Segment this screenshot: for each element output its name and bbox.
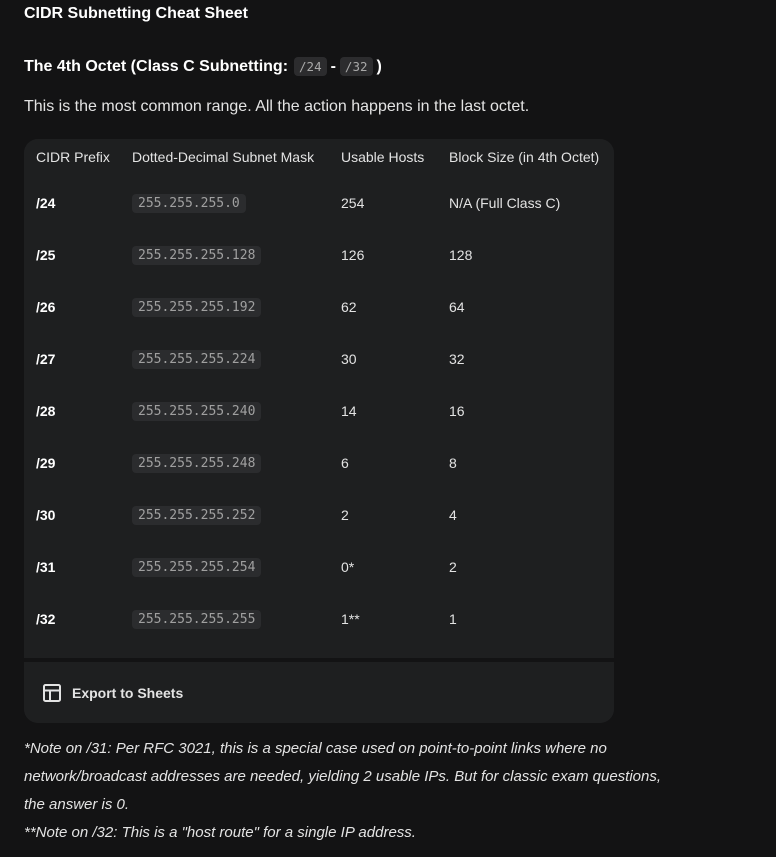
- cell-block-size: 32: [449, 351, 465, 367]
- cell-cidr-prefix: /31: [36, 559, 56, 575]
- cell-subnet-mask: 255.255.255.248: [132, 437, 262, 489]
- column-header-block-size: Block Size (in 4th Octet): [449, 149, 600, 165]
- table-card: CIDR Prefix Dotted-Decimal Subnet Mask U…: [24, 139, 614, 723]
- cell-block-size: 4: [449, 507, 457, 523]
- cell-cidr-prefix: /29: [36, 455, 56, 471]
- cell-block-size: 16: [449, 403, 465, 419]
- note-31-line: *Note on /31: Per RFC 3021, this is a sp…: [24, 740, 607, 757]
- inline-code-end: /32: [339, 57, 373, 76]
- note-32: **Note on /32: This is a "host route" fo…: [24, 824, 416, 841]
- table-row: /30 255.255.255.252 2 4: [24, 489, 614, 541]
- cell-subnet-mask: 255.255.255.0: [132, 177, 246, 229]
- table-row: /25 255.255.255.128 126 128: [24, 229, 614, 281]
- cell-subnet-mask: 255.255.255.254: [132, 541, 262, 593]
- subnet-mask-code: 255.255.255.248: [132, 453, 262, 473]
- cell-block-size: 8: [449, 455, 457, 471]
- cell-usable-hosts: 62: [341, 299, 357, 315]
- cell-cidr-prefix: /24: [36, 195, 56, 211]
- cell-block-size: N/A (Full Class C): [449, 195, 561, 211]
- cell-cidr-prefix: /28: [36, 403, 56, 419]
- export-to-sheets-button[interactable]: Export to Sheets: [34, 677, 191, 709]
- cell-block-size: 2: [449, 559, 457, 575]
- heading-text: The 4th Octet (Class C Subnetting:: [24, 57, 289, 75]
- cell-block-size: 1: [449, 611, 457, 627]
- cell-cidr-prefix: /30: [36, 507, 56, 523]
- inline-code-start: /24: [294, 57, 327, 76]
- table-row: /28 255.255.255.240 14 16: [24, 385, 614, 437]
- table-row: /27 255.255.255.224 30 32: [24, 333, 614, 385]
- cell-subnet-mask: 255.255.255.128: [132, 229, 262, 281]
- subnet-mask-code: 255.255.255.240: [132, 401, 262, 421]
- table-row: /29 255.255.255.248 6 8: [24, 437, 614, 489]
- subnet-mask-code: 255.255.255.128: [132, 245, 262, 265]
- cell-subnet-mask: 255.255.255.252: [132, 489, 262, 541]
- cell-subnet-mask: 255.255.255.255: [132, 593, 262, 645]
- cell-cidr-prefix: /32: [36, 611, 56, 627]
- subnet-mask-code: 255.255.255.224: [132, 349, 262, 369]
- column-header-cidr-prefix: CIDR Prefix: [36, 149, 110, 165]
- cell-usable-hosts: 14: [341, 403, 357, 419]
- cell-block-size: 64: [449, 299, 465, 315]
- table-card-footer: Export to Sheets: [24, 662, 614, 723]
- subnet-table: CIDR Prefix Dotted-Decimal Subnet Mask U…: [24, 139, 614, 658]
- note-31-line: network/broadcast addresses are needed, …: [24, 768, 662, 785]
- table-header-row: CIDR Prefix Dotted-Decimal Subnet Mask U…: [24, 139, 614, 177]
- export-button-label: Export to Sheets: [72, 685, 184, 701]
- table-row: /26 255.255.255.192 62 64: [24, 281, 614, 333]
- column-header-subnet-mask: Dotted-Decimal Subnet Mask: [132, 149, 315, 165]
- table-grid-icon: [43, 684, 61, 702]
- cell-usable-hosts: 1**: [341, 611, 360, 627]
- cell-subnet-mask: 255.255.255.224: [132, 333, 262, 385]
- cell-block-size: 128: [449, 247, 473, 263]
- subnet-mask-code: 255.255.255.254: [132, 557, 262, 577]
- cell-cidr-prefix: /27: [36, 351, 56, 367]
- table-row: /31 255.255.255.254 0* 2: [24, 541, 614, 593]
- cell-subnet-mask: 255.255.255.240: [132, 385, 262, 437]
- cell-usable-hosts: 126: [341, 247, 365, 263]
- cell-usable-hosts: 2: [341, 507, 349, 523]
- table-row: /24 255.255.255.0 254 N/A (Full Class C): [24, 177, 614, 229]
- cell-usable-hosts: 6: [341, 455, 349, 471]
- footnotes: *Note on /31: Per RFC 3021, this is a sp…: [24, 735, 744, 847]
- cell-cidr-prefix: /25: [36, 247, 56, 263]
- subnet-mask-code: 255.255.255.255: [132, 609, 262, 629]
- heading-suffix: ): [376, 57, 382, 75]
- subnet-mask-code: 255.255.255.0: [132, 193, 246, 213]
- cell-cidr-prefix: /26: [36, 299, 56, 315]
- cell-usable-hosts: 0*: [341, 559, 355, 575]
- page-title: CIDR Subnetting Cheat Sheet: [24, 5, 249, 22]
- column-header-usable-hosts: Usable Hosts: [341, 149, 425, 165]
- table-row: /32 255.255.255.255 1** 1: [24, 593, 614, 645]
- cell-usable-hosts: 254: [341, 195, 365, 211]
- subnet-mask-code: 255.255.255.192: [132, 297, 262, 317]
- heading-separator: -: [330, 57, 336, 75]
- intro-paragraph: This is the most common range. All the a…: [24, 98, 530, 115]
- cell-subnet-mask: 255.255.255.192: [132, 281, 262, 333]
- subnet-mask-code: 255.255.255.252: [132, 505, 262, 525]
- cell-usable-hosts: 30: [341, 351, 357, 367]
- section-heading: The 4th Octet (Class C Subnetting: /24 -…: [24, 57, 382, 76]
- note-31-line: the answer is 0.: [24, 796, 130, 813]
